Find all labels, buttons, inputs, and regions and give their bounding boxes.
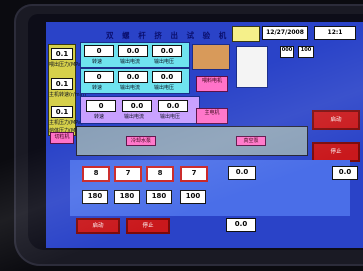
- heater-button[interactable]: 切粒机: [50, 132, 74, 144]
- temp-3-value: 180: [146, 190, 172, 204]
- row2-label-current: 输出电流: [120, 85, 141, 91]
- zone-1-value: 8: [82, 166, 110, 182]
- left-value-3: 0.1: [51, 106, 73, 118]
- date-display: 12/27/2008: [262, 26, 308, 40]
- row3-label-current: 输出电流: [124, 114, 145, 120]
- screen-title: 双 螺 杆 挤 出 试 验 机: [106, 31, 230, 40]
- row3-label-speed: 转速: [94, 114, 105, 120]
- heat-off-button[interactable]: 停止: [126, 218, 170, 234]
- row1-label-speed: 转速: [92, 59, 103, 65]
- zone-4-value: 7: [180, 166, 208, 182]
- left-value-1: 0.1: [51, 48, 73, 60]
- feeder-motor-button[interactable]: 喂料电机: [196, 76, 228, 92]
- row1-speed: 0: [84, 45, 114, 57]
- row2-speed: 0: [84, 71, 114, 83]
- zone-5-value: 0.0: [228, 166, 256, 180]
- row2-label-speed: 转速: [92, 85, 103, 91]
- row2-voltage: 0.0: [152, 71, 182, 83]
- mode-indicator: [232, 26, 260, 42]
- feeder-indicator: [192, 44, 230, 70]
- vacuum-button[interactable]: 真空泵: [236, 136, 266, 146]
- row3-speed: 0: [86, 100, 116, 112]
- temp-1-value: 180: [82, 190, 108, 204]
- row1-current: 0.0: [118, 45, 148, 57]
- row3-voltage: 0.0: [158, 100, 188, 112]
- left-label-3: 主机压力(MPa): [49, 120, 84, 126]
- zone-6-value: 0.0: [332, 166, 358, 180]
- row2-label-voltage: 输出电压: [154, 85, 175, 91]
- hmi-screen: 双 螺 杆 挤 出 试 验 机 12/27/2008 12:1 0.1 喂出压力…: [46, 22, 363, 248]
- start-button[interactable]: 启动: [312, 110, 360, 130]
- zone-2-value: 7: [114, 166, 142, 182]
- time-display: 12:1: [314, 26, 356, 40]
- left-value-2: 0.1: [51, 78, 73, 90]
- pump-button[interactable]: 冷却水泵: [126, 136, 156, 146]
- temp-4-value: 100: [180, 190, 206, 204]
- row1-voltage: 0.0: [152, 45, 182, 57]
- top-right-value-2: 100: [298, 46, 314, 58]
- row3-label-voltage: 输出电压: [160, 114, 181, 120]
- temp-2-value: 180: [114, 190, 140, 204]
- barrel-section: [76, 126, 308, 156]
- row1-label-voltage: 输出电压: [154, 59, 175, 65]
- heat-on-button[interactable]: 启动: [76, 218, 120, 234]
- main-motor-button[interactable]: 主电机: [196, 108, 228, 124]
- row3-current: 0.0: [122, 100, 152, 112]
- zone-3-value: 8: [146, 166, 174, 182]
- row2-current: 0.0: [118, 71, 148, 83]
- row1-label-current: 输出电流: [120, 59, 141, 65]
- top-right-value-1: 000: [280, 46, 294, 58]
- stop-button[interactable]: 停止: [312, 142, 360, 162]
- temperature-panel: [70, 160, 350, 216]
- bottom-value: 0.0: [226, 218, 256, 232]
- left-label-1: 喂出压力(MPa): [49, 62, 84, 68]
- hopper-icon: [236, 46, 268, 88]
